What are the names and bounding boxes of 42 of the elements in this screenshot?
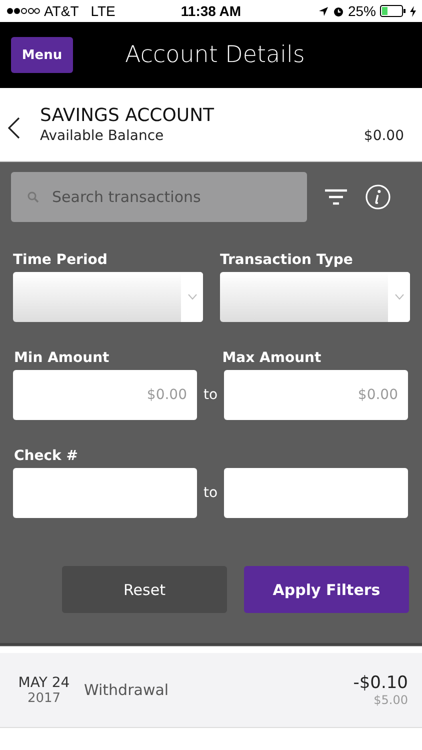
location-icon — [318, 6, 329, 16]
balance-amount: $0.00 — [364, 128, 404, 144]
range-separator: to — [202, 387, 219, 403]
field-label: Check # — [14, 448, 78, 464]
transaction-row[interactable]: MAY 24 2017 Withdrawal -$0.10 $5.00 — [0, 653, 422, 728]
page-title: Account Details — [125, 42, 305, 68]
chevron-down-icon — [394, 294, 404, 300]
battery-percent: 25% — [348, 3, 376, 19]
min-amount-field[interactable]: $0.00 — [13, 370, 197, 420]
charging-bolt-icon — [410, 6, 416, 16]
signal-icon — [6, 7, 40, 15]
chevron-down-icon — [188, 294, 196, 300]
network-type: LTE — [90, 3, 116, 19]
transaction-year: 2017 — [27, 690, 61, 706]
check-from-field[interactable] — [13, 468, 197, 518]
check-to-field[interactable] — [224, 468, 408, 518]
search-icon — [27, 191, 39, 203]
apply-button[interactable]: Apply Filters — [244, 566, 409, 613]
reset-button[interactable]: Reset — [62, 566, 227, 613]
transaction-amount: -$0.10 — [353, 673, 408, 693]
search-field[interactable]: Search transactions — [11, 172, 307, 222]
max-amount-field[interactable]: $0.00 — [224, 370, 408, 420]
back-icon[interactable] — [8, 116, 20, 138]
running-balance: $5.00 — [374, 693, 408, 707]
battery-icon — [380, 5, 406, 17]
dropdown-field[interactable] — [220, 272, 410, 322]
field-label: Max Amount — [222, 350, 322, 366]
alarm-clock-icon — [332, 6, 344, 16]
info-icon[interactable] — [365, 184, 391, 210]
transaction-date: MAY 24 — [18, 674, 70, 690]
field-label: Time Period — [13, 252, 108, 268]
clock: 11:38 AM — [180, 3, 242, 19]
balance-label: Available Balance — [40, 128, 164, 144]
field-label: Transaction Type — [220, 252, 354, 268]
range-separator: to — [202, 485, 219, 501]
account-name: SAVINGS ACCOUNT — [40, 105, 216, 126]
transaction-description: Withdrawal — [84, 681, 170, 699]
menu-button[interactable]: Menu — [11, 37, 73, 73]
dropdown-field[interactable] — [13, 272, 203, 322]
filter-icon[interactable] — [325, 189, 347, 205]
carrier: AT&T — [44, 3, 79, 19]
field-label: Min Amount — [14, 350, 110, 366]
